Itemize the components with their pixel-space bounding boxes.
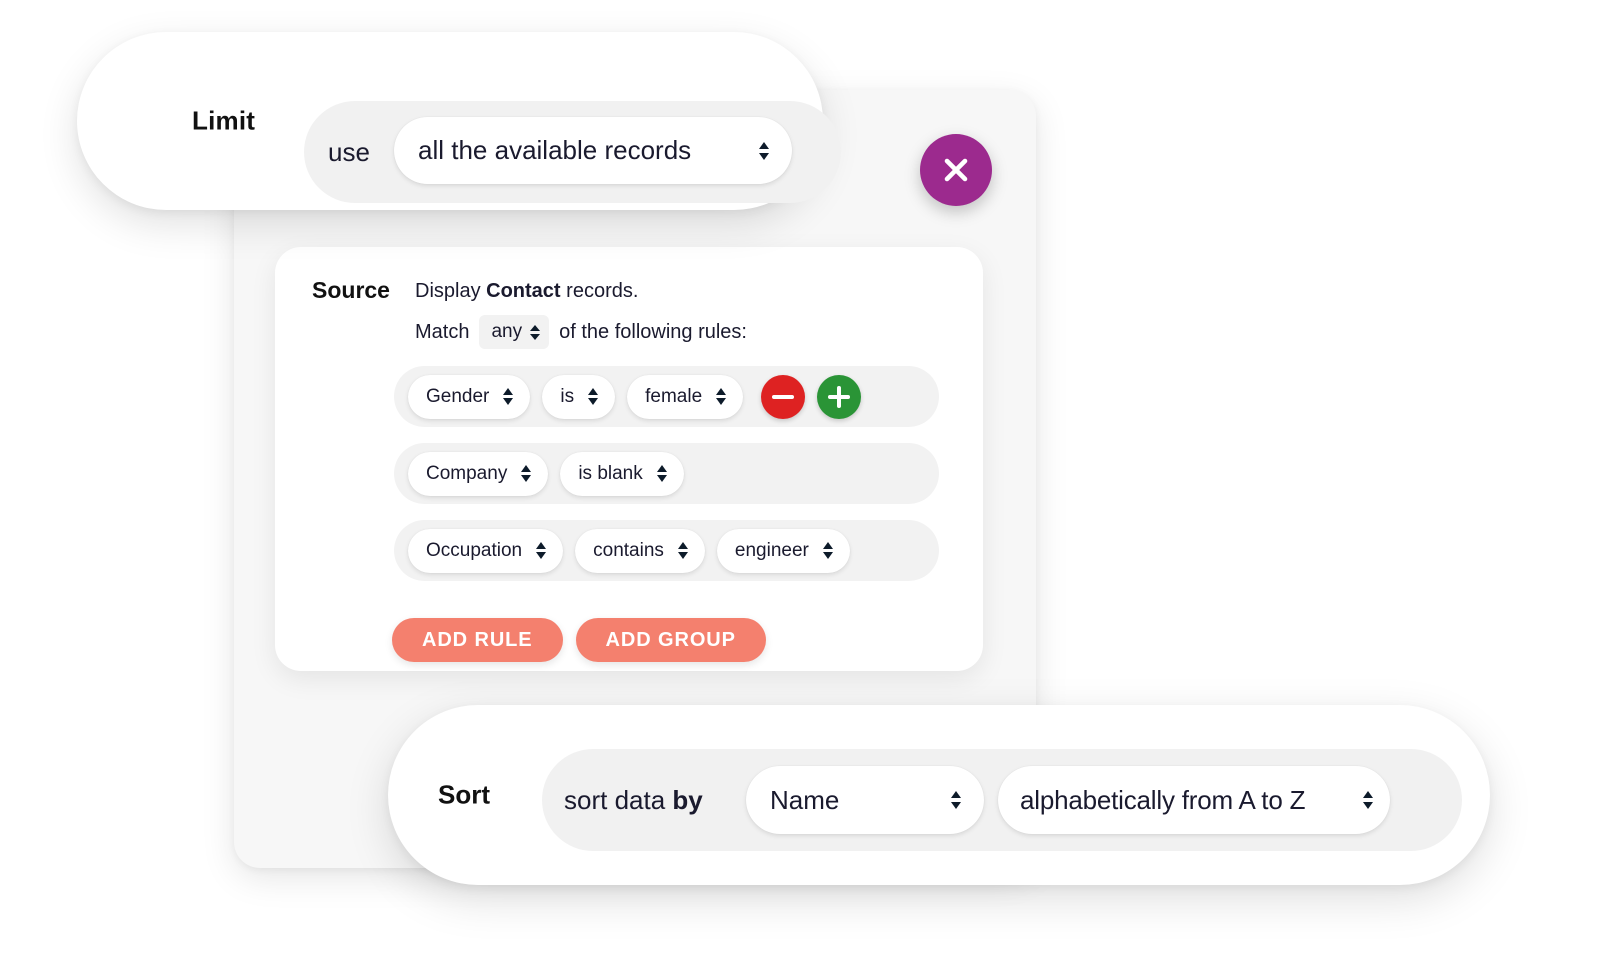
remove-rule-button[interactable]: [761, 374, 806, 419]
up-down-arrows-icon: [677, 541, 689, 560]
limit-prefix-label: use: [328, 136, 370, 167]
limit-control-track: use all the available records: [304, 101, 841, 203]
sort-field-select[interactable]: Name: [746, 766, 984, 834]
source-display-entity: Contact: [486, 280, 561, 302]
sort-title: Sort: [438, 779, 490, 810]
table-row: Occupation contains engineer: [394, 520, 939, 581]
close-icon: [944, 158, 968, 182]
add-rule-inline-button[interactable]: [817, 374, 862, 419]
up-down-arrows-icon: [822, 541, 834, 560]
rule-actions: ADD RULE ADD GROUP: [392, 618, 766, 662]
rule-value-value: female: [645, 385, 703, 407]
up-down-arrows-icon: [530, 324, 541, 341]
limit-records-value: all the available records: [418, 135, 692, 165]
up-down-arrows-icon: [1363, 790, 1374, 810]
rule-value-select[interactable]: engineer: [716, 528, 850, 573]
add-group-button[interactable]: ADD GROUP: [575, 618, 766, 662]
sort-panel: Sort sort data by Name alphabetically fr…: [388, 705, 1490, 885]
limit-records-select[interactable]: all the available records: [394, 117, 792, 184]
rule-operator-select[interactable]: is: [542, 374, 616, 419]
sort-direction-value: alphabetically from A to Z: [1020, 784, 1306, 815]
rule-field-select[interactable]: Company: [408, 451, 549, 496]
rules-list: Gender is female Company is blank Occupa…: [394, 366, 939, 597]
limit-panel: Limit use all the available records: [77, 32, 841, 210]
source-match-suffix: of the following rules:: [559, 320, 747, 343]
query-builder-screen: Source Display Contact records. Match an…: [0, 0, 1618, 970]
up-down-arrows-icon: [536, 541, 547, 560]
rule-field-value: Occupation: [426, 539, 523, 561]
rule-value-value: engineer: [734, 539, 809, 561]
rule-field-value: Company: [426, 462, 508, 484]
rule-field-value: Gender: [426, 385, 490, 407]
table-row: Gender is female: [394, 366, 939, 427]
source-display-line: Display Contact records.: [415, 280, 638, 303]
sort-prefix-text: sort data: [564, 784, 666, 815]
rule-operator-value: contains: [593, 539, 664, 561]
up-down-arrows-icon: [588, 387, 599, 406]
rule-field-select[interactable]: Gender: [408, 374, 531, 419]
up-down-arrows-icon: [716, 387, 727, 406]
sort-field-value: Name: [770, 784, 840, 815]
rule-operator-value: is blank: [578, 462, 643, 484]
sort-prefix-bold: by: [672, 784, 703, 815]
plus-circle-icon: [827, 385, 851, 409]
up-down-arrows-icon: [521, 464, 532, 483]
sort-control-track: sort data by Name alphabetically from A …: [542, 749, 1462, 851]
match-type-select[interactable]: any: [479, 315, 550, 349]
match-type-value: any: [491, 321, 523, 342]
up-down-arrows-icon: [951, 790, 962, 810]
source-match-line: Match any of the following rules:: [415, 315, 747, 349]
table-row: Company is blank: [394, 443, 939, 504]
source-match-prefix: Match: [415, 320, 470, 343]
rule-value-select[interactable]: female: [627, 374, 744, 419]
rule-field-select[interactable]: Occupation: [408, 528, 564, 573]
close-button[interactable]: [920, 134, 992, 206]
source-panel: Source Display Contact records. Match an…: [275, 247, 983, 671]
add-rule-button[interactable]: ADD RULE: [392, 618, 563, 662]
source-display-prefix: Display: [415, 280, 481, 302]
sort-prefix-label: sort data by: [564, 785, 703, 816]
sort-direction-select[interactable]: alphabetically from A to Z: [998, 766, 1390, 834]
up-down-arrows-icon: [656, 464, 668, 483]
source-title: Source: [312, 277, 390, 303]
minus-circle-icon: [771, 385, 795, 409]
source-display-suffix: records.: [566, 280, 639, 302]
rule-operator-select[interactable]: contains: [575, 528, 705, 573]
up-down-arrows-icon: [759, 141, 770, 161]
up-down-arrows-icon: [503, 387, 514, 406]
rule-operator-value: is: [560, 385, 575, 407]
rule-operator-select[interactable]: is blank: [560, 451, 684, 496]
limit-title: Limit: [192, 105, 256, 136]
